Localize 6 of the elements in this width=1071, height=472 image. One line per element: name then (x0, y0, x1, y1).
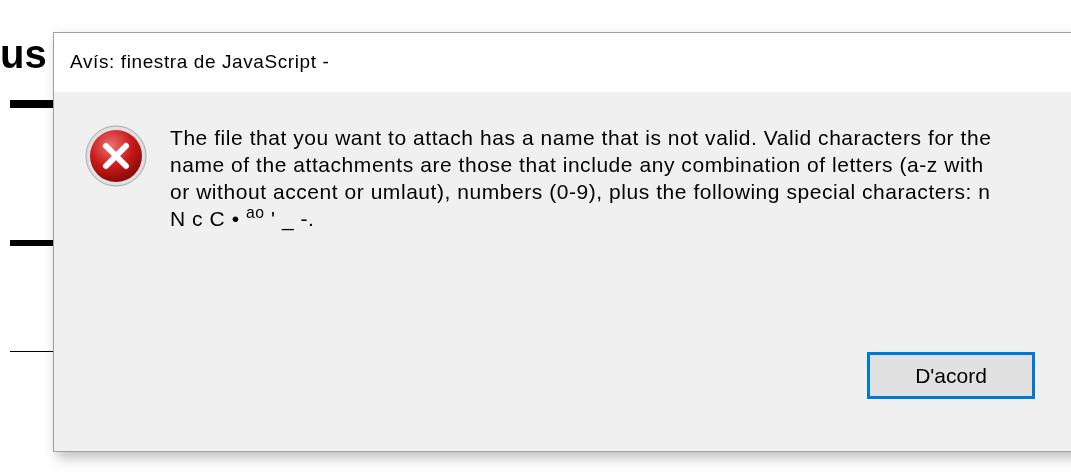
ok-button[interactable]: D'acord (867, 352, 1035, 399)
page-heading: us (0, 34, 47, 74)
error-message: The file that you want to attach has a name that is not valid. Valid characters for the name of the attachments are those that include any combination of letters (a-z with or without accent or umlaut), numbers (0-9), plus the following special characters: n N c C • $^{ao}$ ' _ -. (170, 125, 992, 232)
thin-rule (10, 351, 53, 352)
error-icon (84, 124, 148, 188)
window-title: Avís: finestra de JavaScript - (70, 50, 330, 75)
